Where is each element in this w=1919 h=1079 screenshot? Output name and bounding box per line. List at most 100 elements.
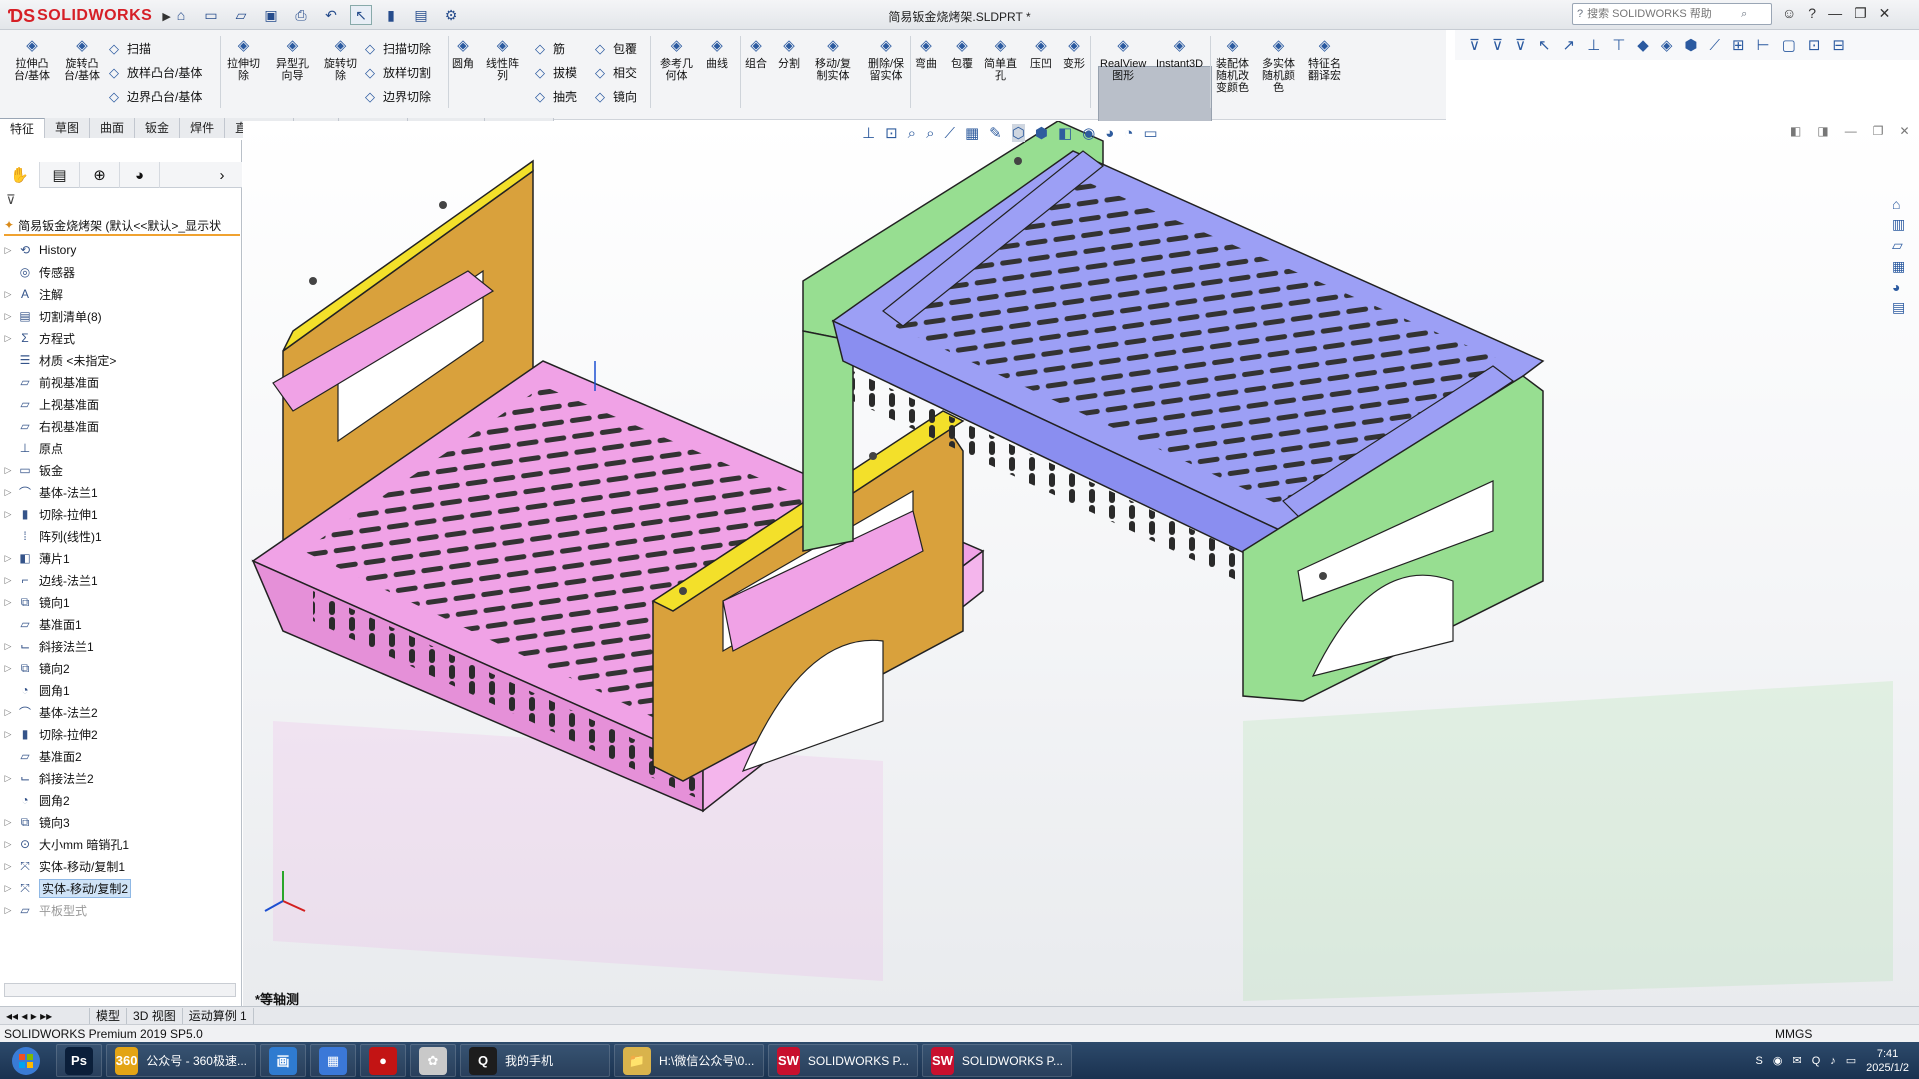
select-other-icon[interactable]: ↗ — [1563, 36, 1576, 54]
expand-arrow-icon[interactable]: ▷ — [0, 465, 16, 476]
ribbon-button-deform[interactable]: ◈ 变形 — [1063, 36, 1085, 70]
taskbar-item[interactable]: 360 公众号 - 360极速... — [106, 1044, 256, 1077]
select-arrow-icon[interactable]: ↖ — [1538, 36, 1551, 54]
ribbon-button-boundary-cut[interactable]: ◇ 边界切除 — [362, 88, 431, 105]
tree-item[interactable]: ◔ 圆角1 — [0, 679, 242, 701]
tray-network-icon[interactable]: ▭ — [1846, 1054, 1856, 1067]
expand-arrow-icon[interactable]: ▷ — [0, 289, 16, 300]
taskbar-item[interactable]: SW SOLIDWORKS P... — [922, 1044, 1072, 1077]
tree-item[interactable]: ▷ ◧ 薄片1 — [0, 547, 242, 569]
ribbon-button-reference-geometry[interactable]: ◈ 参考几 何体 — [660, 36, 693, 82]
tree-item[interactable]: ▱ 上视基准面 — [0, 393, 242, 415]
tree-item[interactable]: ▷ ▮ 切除-拉伸1 — [0, 503, 242, 525]
taskbar-item[interactable]: ● — [360, 1044, 406, 1077]
viewport-restore-icon[interactable]: ◧ — [1790, 124, 1801, 138]
start-button[interactable] — [0, 1042, 52, 1079]
solidworks-logo[interactable]: ƊS SOLIDWORKS ▶ — [8, 4, 171, 28]
tree-item[interactable]: ▷ A 注解 — [0, 283, 242, 305]
command-tab[interactable]: 草图 — [45, 118, 91, 138]
view-settings-icon[interactable]: ◔ — [1124, 125, 1133, 142]
zoom-area-icon[interactable]: ⌕ — [908, 125, 916, 142]
panel-horizontal-scrollbar[interactable] — [4, 983, 236, 997]
select-icon[interactable]: ↖ — [350, 5, 372, 25]
axis-icon[interactable]: ⊢ — [1757, 36, 1770, 54]
section-view-icon[interactable]: ⟋ — [944, 125, 955, 142]
task-custom-props-icon[interactable]: ▤ — [1892, 299, 1918, 316]
viewport-maximize-icon[interactable]: ❐ — [1873, 124, 1884, 138]
tree-item[interactable]: ▱ 前视基准面 — [0, 371, 242, 393]
viewport-minimize-icon[interactable]: — — [1845, 124, 1857, 138]
previous-view-icon[interactable]: ⌕ — [926, 125, 934, 142]
ribbon-button-random-color[interactable]: ◈ 装配体 随机改 变颜色 — [1216, 36, 1249, 94]
ribbon-button-wrap[interactable]: ◈ 包覆 — [951, 36, 973, 70]
clock[interactable]: 7:41 2025/1/2 — [1866, 1047, 1909, 1075]
line-icon[interactable]: ⟋ — [1709, 37, 1720, 54]
viewport-close-icon[interactable]: ✕ — [1899, 124, 1909, 138]
tree-item[interactable]: ▱ 右视基准面 — [0, 415, 242, 437]
ribbon-button-lofted-cut[interactable]: ◇ 放样切割 — [362, 64, 431, 81]
tree-item[interactable]: ▷ ⌙ 斜接法兰2 — [0, 767, 242, 789]
dimension-icon[interactable]: ⊡ — [1808, 36, 1821, 54]
panel-expand-arrow-icon[interactable]: › — [202, 162, 242, 188]
ribbon-button-move-copy[interactable]: ◈ 移动/复 制实体 — [815, 36, 851, 82]
taskbar-item[interactable]: ▦ — [310, 1044, 356, 1077]
body-icon[interactable]: ◈ — [1661, 36, 1673, 54]
view-cube-icon[interactable]: ⬡ — [1011, 124, 1025, 142]
command-tab[interactable]: 钣金 — [135, 118, 181, 138]
ribbon-button-boundary-boss[interactable]: ◇ 边界凸台/基体 — [106, 88, 202, 105]
save-icon[interactable]: ▣ — [260, 5, 282, 25]
tree-item[interactable]: ▷ ▮ 切除-拉伸2 — [0, 723, 242, 745]
configuration-manager-tab-icon[interactable]: ⊕ — [80, 162, 120, 188]
expand-arrow-icon[interactable]: ▷ — [0, 839, 16, 850]
display-manager-tab-icon[interactable]: ◕ — [120, 162, 160, 188]
print-icon[interactable]: ⎙ — [290, 5, 312, 25]
expand-arrow-icon[interactable]: ▷ — [0, 883, 16, 894]
taskbar-item[interactable]: 画 — [260, 1044, 306, 1077]
filter-faces-icon[interactable]: ⊽ — [1492, 36, 1503, 54]
ribbon-button-linear-pattern[interactable]: ◈ 线性阵 列 — [486, 36, 519, 82]
tree-item[interactable]: ▱ 基准面2 — [0, 745, 242, 767]
model-scene[interactable] — [243, 121, 1919, 1006]
minimize-icon[interactable]: — — [1828, 5, 1842, 22]
ribbon-button-fillet[interactable]: ◈ 圆角 — [452, 36, 474, 70]
tree-item[interactable]: ▷ ⤧ 实体-移动/复制1 — [0, 855, 242, 877]
feature-manager-tab-icon[interactable]: ✋ — [0, 162, 40, 188]
display-mode-icon[interactable]: ⬢ — [1035, 124, 1048, 142]
tree-item[interactable]: ▱ 基准面1 — [0, 613, 242, 635]
expand-arrow-icon[interactable]: ▷ — [0, 311, 16, 322]
ribbon-button-wrap-small[interactable]: ◇ 包覆 — [592, 40, 637, 57]
taskbar-item[interactable]: ✿ — [410, 1044, 456, 1077]
ribbon-button-realview[interactable]: ◈ RealView 图形 — [1100, 36, 1146, 82]
tray-security-icon[interactable]: ◉ — [1773, 1054, 1783, 1067]
apply-scene-icon[interactable]: ◕ — [1105, 125, 1114, 142]
options-gear-icon[interactable]: ⚙ — [440, 5, 462, 25]
ribbon-button-intersect[interactable]: ◇ 相交 — [592, 64, 637, 81]
taskbar-item[interactable]: Q 我的手机 — [460, 1044, 610, 1077]
tree-item[interactable]: ◔ 圆角2 — [0, 789, 242, 811]
ribbon-button-shell[interactable]: ◇ 抽壳 — [532, 88, 577, 105]
expand-arrow-icon[interactable]: ▷ — [0, 597, 16, 608]
file-properties-icon[interactable]: ▤ — [410, 5, 432, 25]
undo-icon[interactable]: ↶ — [320, 5, 342, 25]
task-library-icon[interactable]: ▥ — [1892, 216, 1918, 233]
tree-item[interactable]: ⊥ 原点 — [0, 437, 242, 459]
task-view-palette-icon[interactable]: ▦ — [1892, 258, 1918, 275]
ribbon-button-indent[interactable]: ◈ 压凹 — [1030, 36, 1052, 70]
expand-arrow-icon[interactable]: ▷ — [0, 861, 16, 872]
tree-item[interactable]: ▷ ⟲ History — [0, 239, 242, 261]
expand-arrow-icon[interactable]: ▷ — [0, 641, 16, 652]
taskbar-item[interactable]: 📁 H:\微信公众号\0... — [614, 1044, 764, 1077]
ribbon-button-rib[interactable]: ◇ 筋 — [532, 40, 565, 57]
expand-arrow-icon[interactable]: ▷ — [0, 575, 16, 586]
tray-input-icon[interactable]: S — [1756, 1055, 1763, 1067]
ribbon-button-loft[interactable]: ◇ 放样凸台/基体 — [106, 64, 202, 81]
tree-item[interactable]: ▷ ⤧ 实体-移动/复制2 — [0, 877, 242, 899]
plane-filter-icon[interactable]: ⊞ — [1732, 36, 1745, 54]
tray-qq-icon[interactable]: Q — [1812, 1055, 1821, 1067]
ribbon-button-split[interactable]: ◈ 分割 — [778, 36, 800, 70]
help-menu-icon[interactable]: ? — [1808, 5, 1816, 22]
zoom-to-fit-icon[interactable]: ⊡ — [885, 124, 898, 142]
tree-item[interactable]: ▷ ⌙ 斜接法兰1 — [0, 635, 242, 657]
solid-icon[interactable]: ⬢ — [1684, 36, 1697, 54]
task-home-icon[interactable]: ⌂ — [1892, 196, 1918, 212]
